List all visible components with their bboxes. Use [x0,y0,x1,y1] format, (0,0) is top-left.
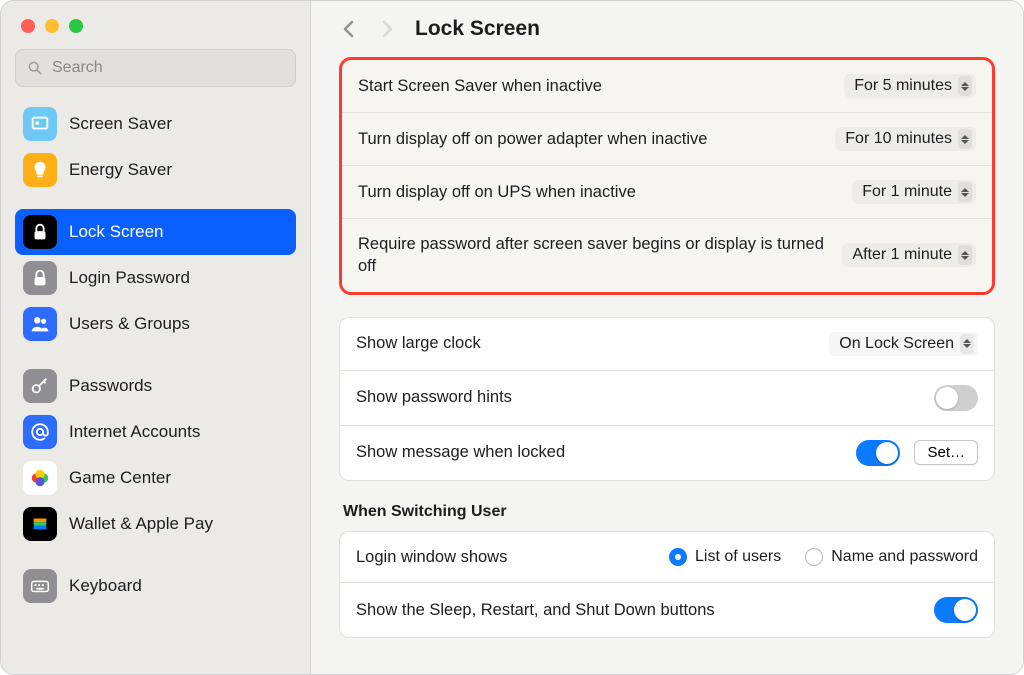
switching-user-group: Login window shows List of users Name an… [339,531,995,638]
window-controls [15,11,296,49]
login-window-options: List of users Name and password [523,548,978,566]
switching-user-section: When Switching User Login window shows L… [339,503,995,638]
inactivity-settings-group: Start Screen Saver when inactive For 5 mi… [339,57,995,295]
sidebar-item-label: Game Center [69,468,171,488]
main-content: Start Screen Saver when inactive For 5 mi… [311,51,1023,674]
sidebar-item-label: Screen Saver [69,114,172,134]
game-icon [23,461,57,495]
login-window-row: Login window shows List of users Name an… [340,532,994,583]
setting-value: For 5 minutes [854,77,952,95]
chevron-updown-icon [958,76,972,96]
setting-popup[interactable]: For 1 minute [852,180,976,204]
setting-popup[interactable]: After 1 minute [842,243,976,267]
setting-value: For 10 minutes [845,130,952,148]
keyboard-icon [23,569,57,603]
key-icon [23,369,57,403]
radio-label: List of users [695,548,781,566]
chevron-updown-icon [960,334,974,354]
sidebar-item-label: Wallet & Apple Pay [69,514,213,534]
sidebar-item-internet-accounts[interactable]: Internet Accounts [15,409,296,455]
radio-icon [669,548,687,566]
display-settings-group: Show large clock On Lock Screen Show pas… [339,317,995,481]
content-header: Lock Screen [311,1,1023,51]
sidebar-item-screen-saver[interactable]: Screen Saver [15,101,296,147]
close-icon[interactable] [21,19,35,33]
password-hints-toggle[interactable] [934,385,978,411]
sidebar-item-game-center[interactable]: Game Center [15,455,296,501]
back-button[interactable] [339,17,359,41]
fullscreen-icon[interactable] [69,19,83,33]
radio-name-password[interactable]: Name and password [805,548,978,566]
lock-open-icon [23,261,57,295]
chevron-updown-icon [958,129,972,149]
content-pane: Lock Screen Start Screen Saver when inac… [311,1,1023,674]
sidebar-item-label: Passwords [69,376,152,396]
sidebar-item-label: Internet Accounts [69,422,200,442]
setting-row: Start Screen Saver when inactive For 5 mi… [342,60,992,113]
sidebar-item-label: Login Password [69,268,190,288]
screen-saver-icon [23,107,57,141]
chevron-updown-icon [958,182,972,202]
large-clock-value: On Lock Screen [839,335,954,353]
setting-value: For 1 minute [862,183,952,201]
password-hints-row: Show password hints [340,371,994,426]
lock-icon [23,215,57,249]
search-icon [27,60,43,76]
app-window: Screen Saver Energy Saver Lock Screen Login… [0,0,1024,675]
setting-row: Turn display off on power adapter when i… [342,113,992,166]
message-locked-label: Show message when locked [356,441,840,463]
large-clock-popup[interactable]: On Lock Screen [829,332,978,356]
setting-row: Turn display off on UPS when inactive For… [342,166,992,219]
large-clock-label: Show large clock [356,332,813,354]
setting-value: After 1 minute [852,246,952,264]
sidebar-item-energy-saver[interactable]: Energy Saver [15,147,296,193]
sidebar-item-login-password[interactable]: Login Password [15,255,296,301]
sidebar-item-label: Keyboard [69,576,142,596]
sidebar-nav: Screen Saver Energy Saver Lock Screen Login… [15,101,296,664]
password-hints-label: Show password hints [356,386,918,408]
search-input[interactable] [15,49,296,87]
radio-label: Name and password [831,548,978,566]
sidebar-item-lock-screen[interactable]: Lock Screen [15,209,296,255]
message-locked-toggle[interactable] [856,440,900,466]
wallet-icon [23,507,57,541]
sidebar-item-keyboard[interactable]: Keyboard [15,563,296,609]
minimize-icon[interactable] [45,19,59,33]
sidebar-item-passwords[interactable]: Passwords [15,363,296,409]
set-message-button[interactable]: Set… [914,440,978,465]
radio-list-of-users[interactable]: List of users [669,548,801,566]
setting-popup[interactable]: For 5 minutes [844,74,976,98]
setting-label: Turn display off on power adapter when i… [358,128,819,150]
switching-user-heading: When Switching User [339,503,995,531]
setting-label: Turn display off on UPS when inactive [358,181,836,203]
large-clock-row: Show large clock On Lock Screen [340,318,994,371]
setting-label: Require password after screen saver begi… [358,233,826,278]
sleep-restart-toggle[interactable] [934,597,978,623]
sidebar-item-label: Lock Screen [69,222,164,242]
search-field-wrap [15,49,296,87]
users-icon [23,307,57,341]
sidebar-item-wallet-apple-pay[interactable]: Wallet & Apple Pay [15,501,296,547]
sleep-restart-row: Show the Sleep, Restart, and Shut Down b… [340,583,994,637]
at-icon [23,415,57,449]
chevron-updown-icon [958,245,972,265]
bulb-icon [23,153,57,187]
sidebar-item-users-groups[interactable]: Users & Groups [15,301,296,347]
page-title: Lock Screen [415,17,540,41]
setting-label: Start Screen Saver when inactive [358,75,828,97]
message-locked-row: Show message when locked Set… [340,426,994,480]
message-locked-controls: Set… [856,440,978,466]
sleep-restart-label: Show the Sleep, Restart, and Shut Down b… [356,599,918,621]
setting-row: Require password after screen saver begi… [342,219,992,292]
sidebar-item-label: Energy Saver [69,160,172,180]
radio-icon [805,548,823,566]
forward-button[interactable] [377,17,397,41]
setting-popup[interactable]: For 10 minutes [835,127,976,151]
login-window-label: Login window shows [356,546,507,568]
sidebar: Screen Saver Energy Saver Lock Screen Login… [1,1,311,674]
sidebar-item-label: Users & Groups [69,314,190,334]
